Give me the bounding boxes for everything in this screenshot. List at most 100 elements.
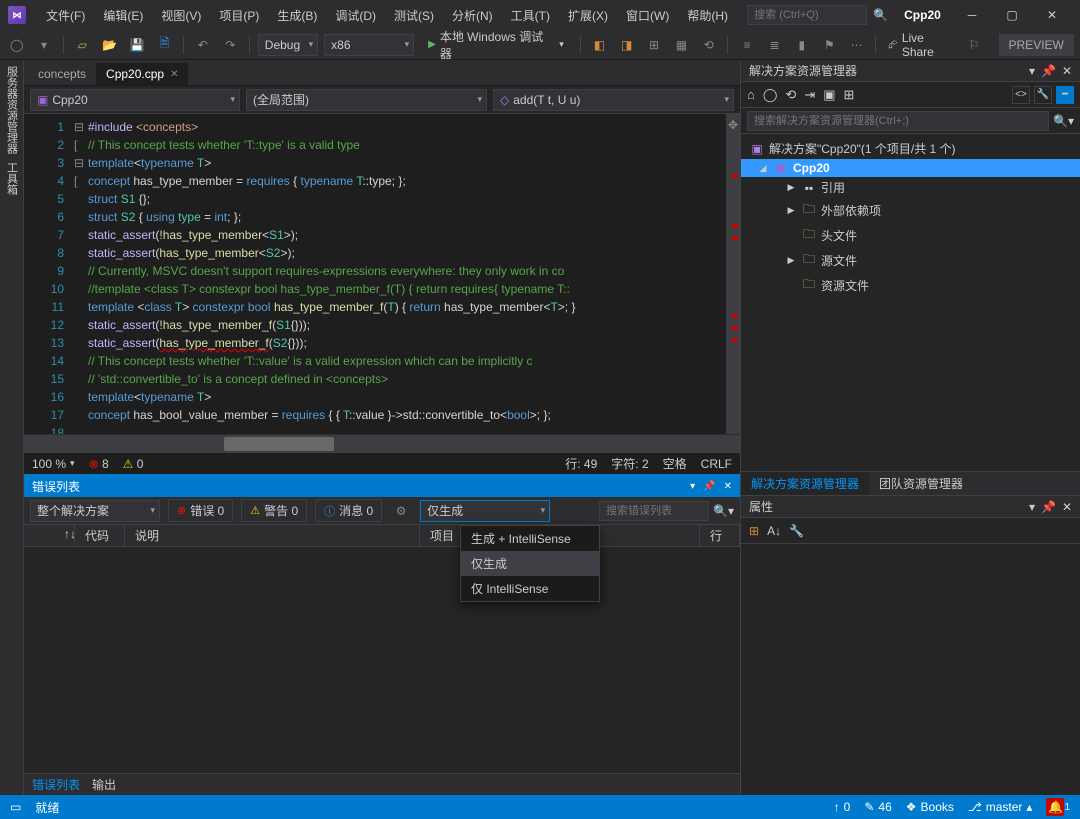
menu-文件(F)[interactable]: 文件(F) [38,3,93,28]
status-eol[interactable]: CRLF [701,457,732,471]
menu-项目(P)[interactable]: 项目(P) [211,3,267,28]
col-code[interactable]: 代码 [75,525,125,546]
tree-external-deps[interactable]: ▶🗀外部依赖项 [741,198,1080,223]
quick-search-input[interactable] [747,5,867,25]
save-all-icon[interactable]: 🗎 [154,34,175,56]
tree-references[interactable]: ▶▪▪引用 [741,177,1080,198]
search-icon[interactable]: 🔍▾ [713,504,734,518]
status-indent[interactable]: 空格 [663,455,687,472]
pin-icon[interactable]: 📌 [703,481,715,492]
config-combo[interactable]: Debug [258,34,318,56]
tool-icon-7[interactable]: ≣ [764,34,785,56]
col-desc[interactable]: 说明 [125,525,420,546]
warnings-pill[interactable]: ⚠警告 0 [241,499,307,522]
tool-icon-8[interactable]: ▮ [791,34,812,56]
pin-icon[interactable]: 📌 [1041,64,1056,78]
nav-member-combo[interactable]: ◇add(T t, U u) [493,89,734,111]
maximize-button[interactable]: ▢ [992,0,1032,30]
nav-back-icon[interactable]: ◯ [6,34,27,56]
tree-solution-root[interactable]: ▣解决方案"Cpp20"(1 个项目/共 1 个) [741,138,1080,159]
notifications[interactable]: 🔔1 [1046,798,1070,816]
scope-combo[interactable]: 整个解决方案 [30,500,160,522]
dd-item-intellisense-only[interactable]: 仅 IntelliSense [461,576,599,601]
close-icon[interactable]: ✕ [1062,500,1072,514]
tree-headers[interactable]: 🗀头文件 [741,223,1080,248]
error-search-input[interactable] [599,501,709,521]
alpha-sort-icon[interactable]: A↓ [767,524,781,538]
new-project-icon[interactable]: ▱ [72,34,93,56]
platform-combo[interactable]: x86 [324,34,414,56]
minimize-button[interactable]: ─ [952,0,992,30]
code-editor[interactable]: 123456789101112131415161718192021222324 … [24,114,740,434]
close-icon[interactable]: ✕ [724,481,732,492]
show-all-icon[interactable]: ▣ [823,87,835,103]
dropdown-icon[interactable]: ▾ [1029,500,1035,514]
redo-icon[interactable]: ↷ [219,34,240,56]
right-tab-solution[interactable]: 解决方案资源管理器 [741,472,869,495]
close-button[interactable]: ✕ [1032,0,1072,30]
view-wrench-icon[interactable]: 🔧 [1034,86,1052,104]
dropdown-icon[interactable]: ▾ [690,481,695,492]
scrollbar-horizontal[interactable] [24,434,740,452]
tool-icon-6[interactable]: ≡ [736,34,757,56]
solution-search-input[interactable] [747,111,1049,131]
branch-indicator[interactable]: ⎇ master ▴ [968,800,1033,814]
error-count[interactable]: ⊗ 8 [89,457,109,471]
left-rail-server-explorer[interactable]: 服务器资源管理器 [4,66,20,154]
save-icon[interactable]: 💾 [126,34,147,56]
properties-icon[interactable]: ⊞ [844,87,855,103]
right-tab-team[interactable]: 团队资源管理器 [869,472,973,495]
collapse-icon[interactable]: ⇥ [804,87,815,103]
bottom-tab-errorlist[interactable]: 错误列表 [32,776,80,793]
live-share-button[interactable]: ⮳Live Share [888,31,957,59]
tool-icon-2[interactable]: ◨ [616,34,637,56]
source-control-changes[interactable]: ✎ 46 [864,800,891,814]
menu-工具(T)[interactable]: 工具(T) [503,3,558,28]
feedback-icon[interactable]: ⚐ [963,34,984,56]
scrollbar-vertical[interactable] [726,114,740,434]
tool-icon-4[interactable]: ▦ [671,34,692,56]
tool-icon-1[interactable]: ◧ [589,34,610,56]
open-icon[interactable]: 📂 [99,34,120,56]
categorize-icon[interactable]: ⊞ [749,524,759,538]
tool-icon-3[interactable]: ⊞ [643,34,664,56]
col-line[interactable]: 行 [700,525,740,546]
zoom-combo[interactable]: 100 %▾ [32,457,75,471]
menu-生成(B)[interactable]: 生成(B) [269,3,325,28]
view-code-icon[interactable]: <> [1012,86,1030,104]
errors-pill[interactable]: ⊗错误 0 [168,499,233,522]
search-icon[interactable]: 🔍 [873,8,888,22]
sync-icon[interactable]: ⟲ [785,87,796,103]
tool-icon-9[interactable]: ⚑ [819,34,840,56]
menu-视图(V)[interactable]: 视图(V) [153,3,209,28]
left-rail-toolbox[interactable]: 工具箱 [4,162,20,195]
tab-concepts[interactable]: concepts [28,63,96,85]
menu-测试(S)[interactable]: 测试(S) [386,3,442,28]
menu-编辑(E)[interactable]: 编辑(E) [95,3,151,28]
books-indicator[interactable]: ❖ Books [906,800,954,814]
close-icon[interactable]: ✕ [1062,64,1072,78]
menu-调试(D)[interactable]: 调试(D) [327,3,384,28]
view-sel-icon[interactable]: ━ [1056,86,1074,104]
menu-帮助(H)[interactable]: 帮助(H) [679,3,736,28]
nav-fwd-icon[interactable]: ▾ [33,34,54,56]
warning-count[interactable]: ⚠ 0 [123,457,144,471]
bottom-tab-output[interactable]: 输出 [92,776,116,793]
tab-cpp20[interactable]: Cpp20.cpp✕ [96,63,188,85]
nav-project-combo[interactable]: ▣Cpp20 [30,89,240,111]
home-icon[interactable]: ⌂ [747,87,755,102]
window-icon[interactable]: ▭ [10,800,21,814]
tree-sources[interactable]: ▶🗀源文件 [741,248,1080,273]
dd-item-build-intellisense[interactable]: 生成 + IntelliSense [461,526,599,551]
search-icon[interactable]: 🔍▾ [1053,114,1074,128]
run-debugger-button[interactable]: ▶本地 Windows 调试器▾ [420,34,572,56]
menu-扩展(X)[interactable]: 扩展(X) [560,3,616,28]
menu-分析(N)[interactable]: 分析(N) [444,3,501,28]
close-icon[interactable]: ✕ [170,69,178,80]
messages-pill[interactable]: ⓘ消息 0 [315,499,382,522]
gen-filter-combo[interactable]: 仅生成 [420,500,550,522]
props-wrench-icon[interactable]: 🔧 [789,524,804,538]
nav-scope-combo[interactable]: (全局范围) [246,89,487,111]
tool-icon-5[interactable]: ⟲ [698,34,719,56]
pin-icon[interactable]: 📌 [1041,500,1056,514]
